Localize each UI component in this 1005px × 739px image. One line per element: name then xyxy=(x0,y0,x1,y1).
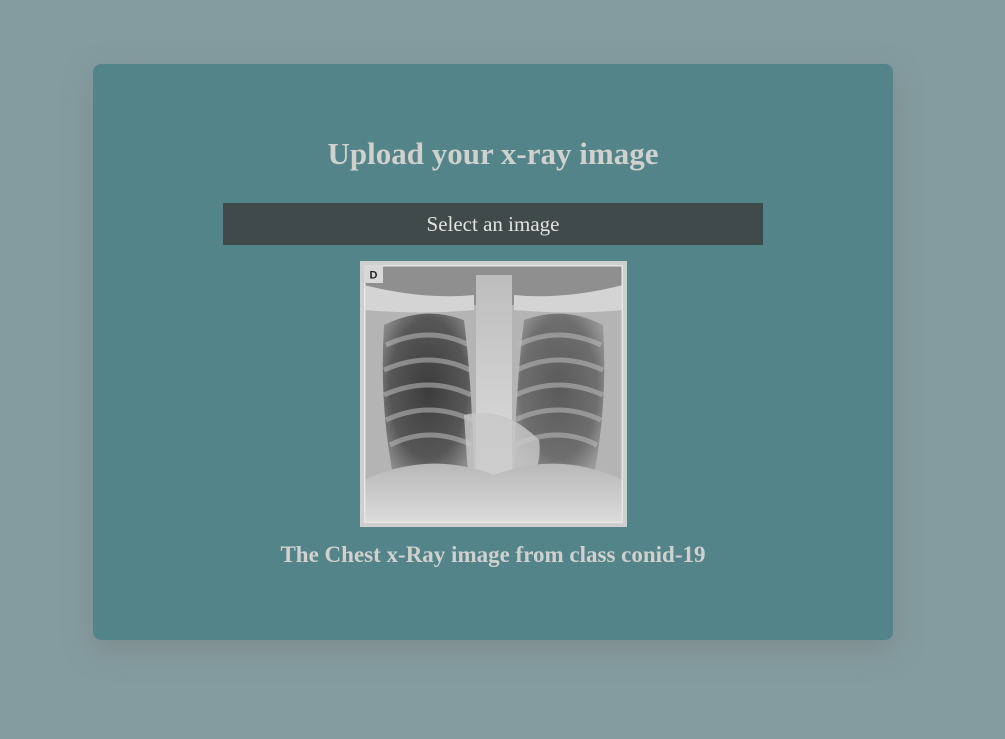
upload-card: Upload your x-ray image Select an image xyxy=(93,64,893,640)
chest-xray-image: D xyxy=(364,265,623,523)
image-corner-marker: D xyxy=(370,270,378,282)
image-caption: The Chest x-Ray image from class conid-1… xyxy=(280,542,706,567)
page-title: Upload your x-ray image xyxy=(327,136,659,171)
xray-preview-frame: D xyxy=(360,261,627,527)
select-image-button[interactable]: Select an image xyxy=(223,203,763,245)
